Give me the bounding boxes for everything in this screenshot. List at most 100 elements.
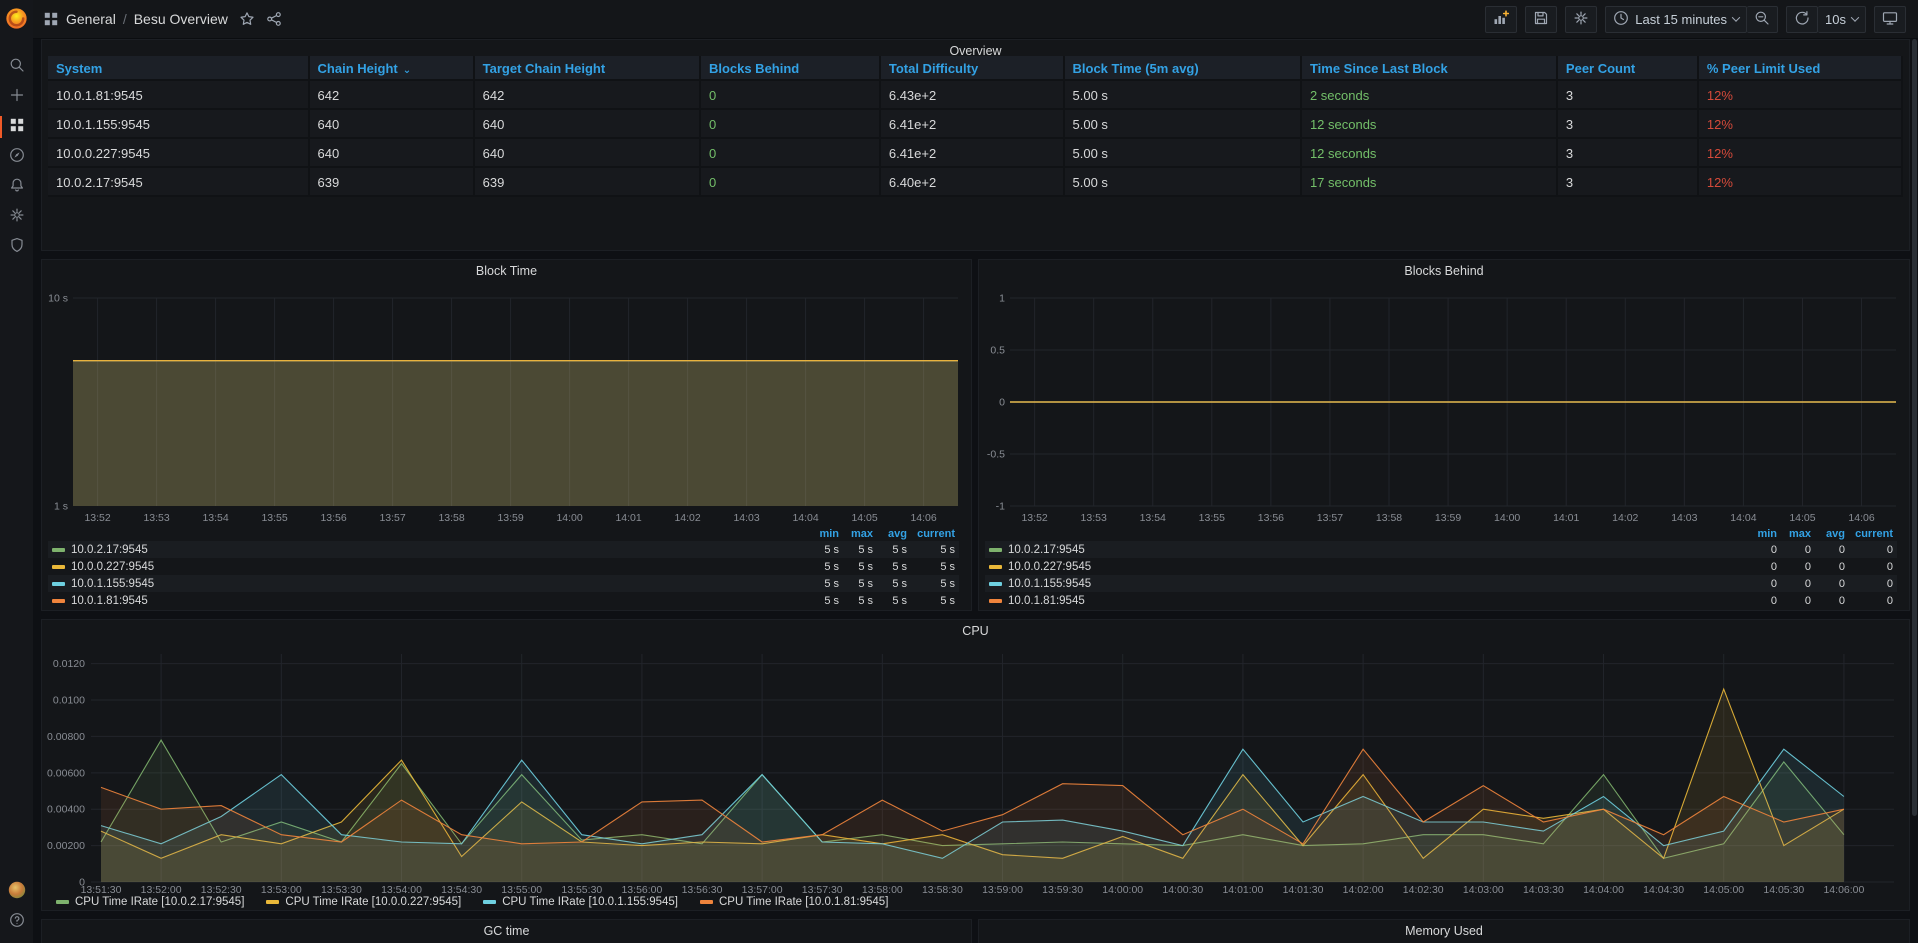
svg-text:13:55:30: 13:55:30: [561, 884, 602, 896]
legend-min-value: 0: [1743, 595, 1777, 607]
legend-series-name[interactable]: CPU Time IRate [10.0.1.155:9545]: [483, 896, 678, 908]
svg-text:0.00800: 0.00800: [47, 731, 85, 743]
svg-text:14:06: 14:06: [1848, 512, 1874, 524]
block_time-plot[interactable]: 10 s1 s13:5213:5313:5413:5513:5613:5713:…: [43, 282, 970, 528]
legend-series-name[interactable]: 10.0.1.81:9545: [989, 595, 1743, 607]
breadcrumb-folder[interactable]: General: [66, 11, 116, 27]
legend-header-current[interactable]: current: [1845, 528, 1893, 540]
refresh-button[interactable]: [1786, 6, 1818, 33]
legend-header-min[interactable]: min: [1743, 528, 1777, 540]
grafana-logo[interactable]: [5, 6, 29, 30]
time-range-picker[interactable]: Last 15 minutes: [1605, 6, 1747, 33]
legend-max-value: 0: [1777, 578, 1811, 590]
panel-title-block-time[interactable]: Block Time: [42, 260, 971, 282]
svg-text:13:54: 13:54: [202, 512, 228, 524]
search-icon: [9, 57, 25, 78]
column-header-system[interactable]: System: [48, 56, 310, 81]
legend-series-name[interactable]: 10.0.0.227:9545: [52, 561, 805, 573]
legend-row: 10.0.0.227:95455 s5 s5 s5 s: [48, 558, 959, 575]
sidebar-item-create[interactable]: [0, 82, 33, 112]
panel-title-cpu[interactable]: CPU: [42, 620, 1909, 642]
sidebar-item-help[interactable]: [0, 907, 33, 937]
breadcrumb: General / Besu Overview: [43, 11, 282, 27]
legend-series-name[interactable]: CPU Time IRate [10.0.0.227:9545]: [266, 896, 461, 908]
legend-row: 10.0.1.81:95455 s5 s5 s5 s: [48, 592, 959, 609]
svg-text:13:57: 13:57: [1317, 512, 1343, 524]
legend-row: 10.0.0.227:95450000: [985, 558, 1897, 575]
legend-current-value: 5 s: [907, 544, 955, 556]
svg-text:14:05:00: 14:05:00: [1703, 884, 1744, 896]
legend-header-min[interactable]: min: [805, 528, 839, 540]
svg-text:14:03:00: 14:03:00: [1463, 884, 1504, 896]
sidebar: [0, 0, 33, 943]
legend-header-avg[interactable]: avg: [1811, 528, 1845, 540]
legend-max-value: 5 s: [839, 544, 873, 556]
breadcrumb-dashboard-title[interactable]: Besu Overview: [134, 11, 228, 27]
legend-header-current[interactable]: current: [907, 528, 955, 540]
column-header-peer-count[interactable]: Peer Count: [1558, 56, 1699, 81]
star-icon[interactable]: [239, 11, 255, 27]
table-cell: 0: [701, 168, 881, 197]
legend-series-name[interactable]: 10.0.1.155:9545: [52, 578, 805, 590]
svg-text:14:00: 14:00: [1494, 512, 1520, 524]
legend-current-value: 0: [1845, 544, 1893, 556]
legend-series-name[interactable]: CPU Time IRate [10.0.1.81:9545]: [700, 896, 888, 908]
legend-series-name[interactable]: 10.0.1.155:9545: [989, 578, 1743, 590]
legend-series-name[interactable]: 10.0.2.17:9545: [52, 544, 805, 556]
save-dashboard-button[interactable]: [1525, 6, 1557, 33]
blocks-behind-chart[interactable]: 10.50-0.5-113:5213:5313:5413:5513:5613:5…: [980, 282, 1908, 528]
column-header-total-difficulty[interactable]: Total Difficulty: [881, 56, 1065, 81]
sidebar-item-explore[interactable]: [0, 142, 33, 172]
legend-avg-value: 0: [1811, 561, 1845, 573]
column-header-target-chain-height[interactable]: Target Chain Height: [475, 56, 701, 81]
column-header-time-since-last-block[interactable]: Time Since Last Block: [1302, 56, 1558, 81]
zoom-out-button[interactable]: [1747, 6, 1778, 33]
table-cell: 5.00 s: [1065, 139, 1302, 168]
sidebar-item-search[interactable]: [0, 52, 33, 82]
column-header--peer-limit-used[interactable]: % Peer Limit Used: [1699, 56, 1903, 81]
cpu-plot[interactable]: 00.002000.004000.006000.008000.01000.012…: [43, 642, 1908, 896]
svg-text:13:53:30: 13:53:30: [321, 884, 362, 896]
cycle-view-button[interactable]: [1874, 6, 1906, 33]
legend-series-name[interactable]: CPU Time IRate [10.0.2.17:9545]: [56, 896, 244, 908]
svg-text:1: 1: [999, 293, 1005, 305]
legend-header-max[interactable]: max: [839, 528, 873, 540]
navbar: General / Besu Overview Last 15 minutes: [33, 0, 1918, 39]
column-header-blocks-behind[interactable]: Blocks Behind: [701, 56, 881, 81]
panel-title-blocks-behind[interactable]: Blocks Behind: [979, 260, 1909, 282]
column-header-chain-height[interactable]: Chain Height⌄: [310, 56, 475, 81]
svg-text:14:04:30: 14:04:30: [1643, 884, 1684, 896]
scrollbar-thumb[interactable]: [1912, 39, 1917, 816]
block-time-chart[interactable]: 10 s1 s13:5213:5313:5413:5513:5613:5713:…: [43, 282, 970, 528]
legend-max-value: 0: [1777, 595, 1811, 607]
sidebar-item-alerting[interactable]: [0, 172, 33, 202]
legend-header-avg[interactable]: avg: [873, 528, 907, 540]
share-icon[interactable]: [266, 11, 282, 27]
table-cell: 639: [310, 168, 475, 197]
sidebar-item-server-admin[interactable]: [0, 232, 33, 262]
refresh-interval-picker[interactable]: 10s: [1818, 6, 1866, 33]
legend-series-name[interactable]: 10.0.2.17:9545: [989, 544, 1743, 556]
sidebar-item-dashboards[interactable]: [0, 112, 33, 142]
legend-series-name[interactable]: 10.0.1.81:9545: [52, 595, 805, 607]
legend-header-max[interactable]: max: [1777, 528, 1811, 540]
sidebar-item-profile[interactable]: [0, 877, 33, 907]
scrollbar-track[interactable]: [1911, 39, 1918, 943]
table-row: 10.0.1.155:954564064006.41e+25.00 s12 se…: [48, 110, 1903, 139]
blocks_behind-plot[interactable]: 10.50-0.5-113:5213:5313:5413:5513:5613:5…: [980, 282, 1908, 528]
column-header-block-time-5m-avg-[interactable]: Block Time (5m avg): [1065, 56, 1302, 81]
cpu-chart[interactable]: 00.002000.004000.006000.008000.01000.012…: [43, 642, 1908, 896]
legend-series-name[interactable]: 10.0.0.227:9545: [989, 561, 1743, 573]
add-panel-button[interactable]: [1485, 6, 1517, 33]
legend-series-swatch: [52, 548, 65, 552]
legend-max-value: 5 s: [839, 595, 873, 607]
apps-icon: [9, 117, 25, 138]
svg-text:14:03:30: 14:03:30: [1523, 884, 1564, 896]
table-cell: 3: [1558, 81, 1699, 110]
legend-header-row: minmaxavgcurrent: [985, 526, 1897, 541]
table-cell: 3: [1558, 110, 1699, 139]
sidebar-item-configuration[interactable]: [0, 202, 33, 232]
dashboard-settings-button[interactable]: [1565, 6, 1597, 33]
panel-title-memory-used[interactable]: Memory Used: [979, 920, 1909, 942]
panel-title-gc-time[interactable]: GC time: [42, 920, 971, 942]
